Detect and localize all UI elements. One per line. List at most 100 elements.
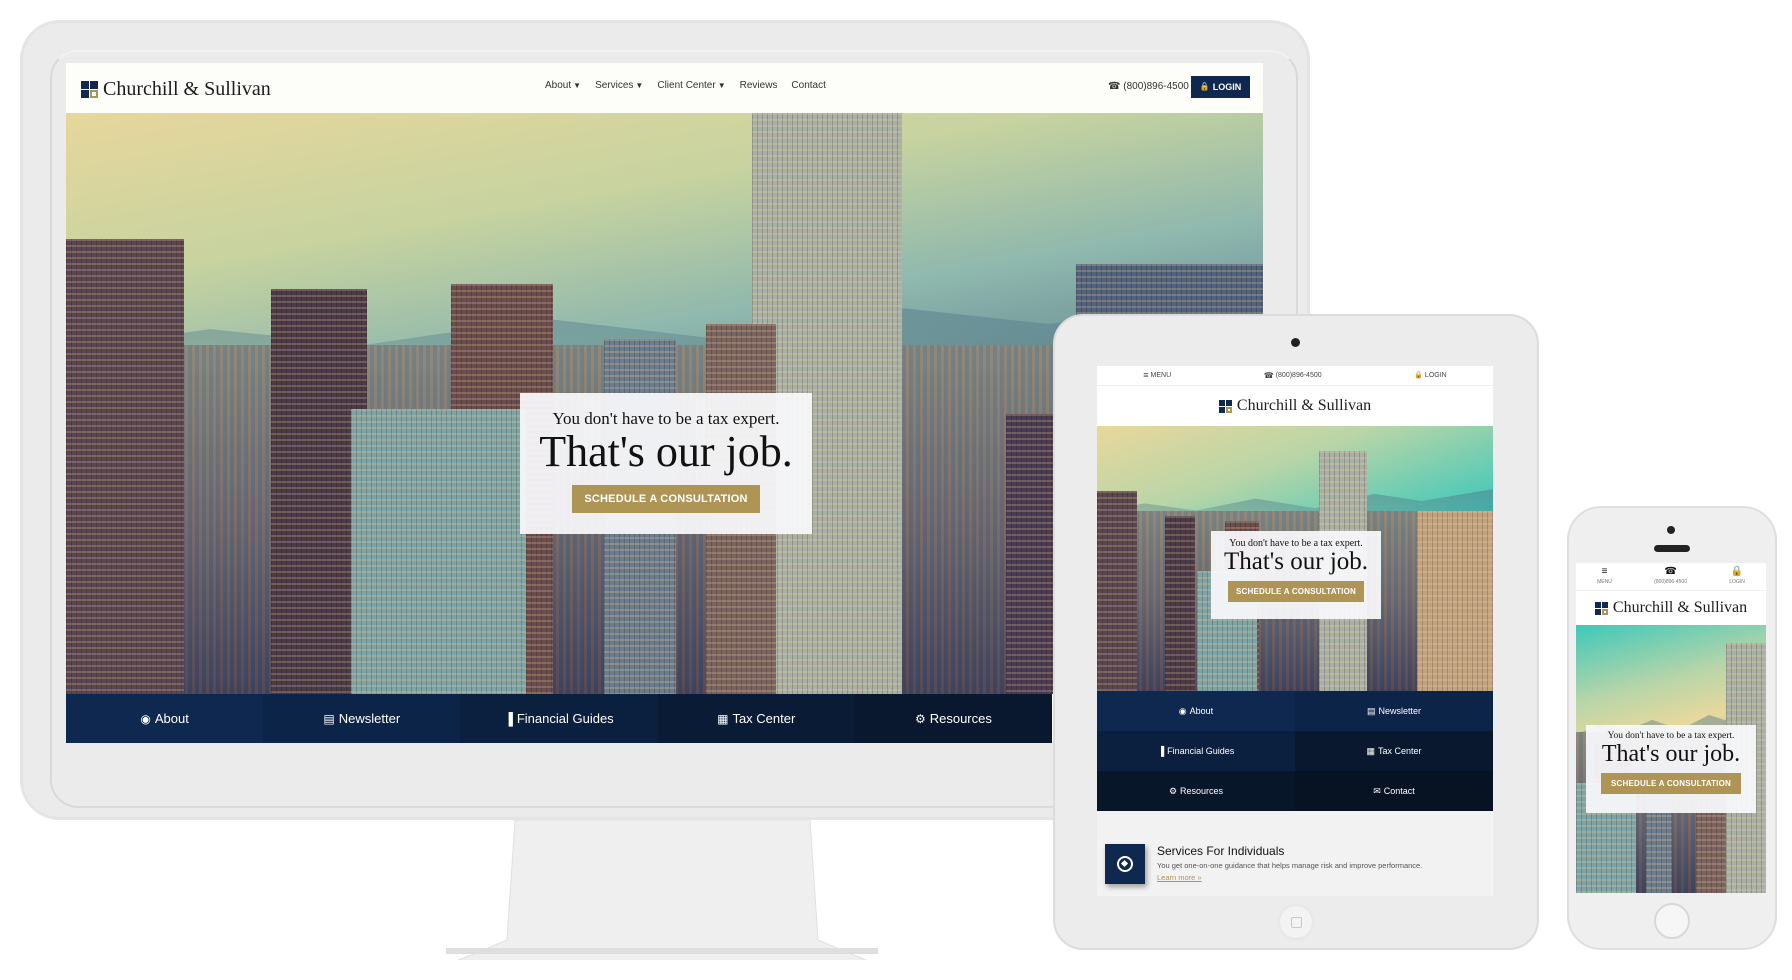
quick-links-bar: ◉ About ▤ Newsletter ▐ Financial Guides …: [66, 694, 1053, 743]
menu-label: MENU: [1150, 372, 1172, 379]
schedule-consultation-button[interactable]: SCHEDULE A CONSULTATION: [572, 485, 760, 513]
monitor-stand: [440, 819, 885, 965]
brand-name: Churchill & Sullivan: [103, 78, 271, 100]
caret-down-icon: ▼: [717, 81, 726, 90]
tablet-camera: [1291, 338, 1300, 347]
main-nav: About ▼ Services ▼ Client Center ▼ Revie…: [545, 80, 826, 91]
header-phone-link[interactable]: ☎ (800)896-4500: [1108, 81, 1189, 92]
hero-headline: That's our job.: [1601, 741, 1741, 767]
chat-icon: ✉: [1373, 785, 1381, 796]
caret-down-icon: ▼: [573, 81, 582, 90]
hero-subtitle: You don't have to be a tax expert.: [552, 409, 780, 428]
quick-links-grid: ◉ About ▤ Newsletter ▐ Financial Guides …: [1097, 691, 1493, 811]
brand-name: Churchill & Sullivan: [1612, 599, 1748, 616]
bar-chart-icon: ▐: [504, 711, 513, 726]
lock-icon: 🔒: [1414, 372, 1423, 379]
quick-link-financial-guides[interactable]: ▐ Financial Guides: [460, 694, 658, 743]
quick-link-label: Financial Guides: [516, 711, 614, 726]
hero-cta-card: You don't have to be a tax expert. That'…: [1211, 531, 1381, 619]
quick-link-newsletter[interactable]: ▤ Newsletter: [1295, 691, 1493, 731]
login-label: LOGIN: [1424, 372, 1447, 379]
menu-label: MENU: [1597, 579, 1612, 585]
tablet-login-link[interactable]: 🔒 LOGIN: [1414, 372, 1447, 379]
tablet-website: ≡ MENU ☎ (800)896-4500 🔒 LOGIN Churchill…: [1097, 366, 1493, 896]
quick-link-label: Newsletter: [338, 711, 401, 726]
newspaper-icon: ▤: [1366, 705, 1376, 716]
phone-icon: ☎: [1263, 370, 1274, 380]
phone-number: (800)896-4500: [1654, 579, 1687, 585]
quick-link-resources[interactable]: ⚙ Resources: [1097, 771, 1295, 811]
nav-services[interactable]: Services ▼: [595, 80, 643, 91]
tablet-phone-link[interactable]: ☎ (800)896-4500: [1263, 370, 1322, 380]
calendar-icon: ▦: [717, 711, 729, 726]
quick-link-about[interactable]: ◉ About: [66, 694, 264, 743]
quick-link-label: Newsletter: [1378, 706, 1422, 716]
quick-link-label: Resources: [929, 711, 992, 726]
learn-more-link[interactable]: Learn more »: [1157, 873, 1202, 882]
phone-camera: [1667, 526, 1675, 534]
phone-speaker: [1654, 545, 1690, 552]
tablet-logo-row: Churchill & Sullivan: [1097, 386, 1493, 426]
nav-contact[interactable]: Contact: [791, 80, 825, 91]
schedule-consultation-button[interactable]: SCHEDULE A CONSULTATION: [1600, 773, 1741, 794]
phone-call-link[interactable]: ☎ (800)896-4500: [1654, 566, 1687, 586]
tablet-top-bar: ≡ MENU ☎ (800)896-4500 🔒 LOGIN: [1097, 366, 1493, 386]
quick-link-about[interactable]: ◉ About: [1097, 691, 1295, 731]
schedule-consultation-button[interactable]: SCHEDULE A CONSULTATION: [1227, 581, 1364, 602]
quick-link-label: About: [1189, 706, 1214, 716]
phone-icon: ☎: [1108, 81, 1121, 92]
hero-cta-card: You don't have to be a tax expert. That'…: [520, 393, 812, 534]
quick-link-label: Tax Center: [1377, 746, 1422, 756]
quick-link-newsletter[interactable]: ▤ Newsletter: [263, 694, 461, 743]
phone-icon: ☎: [1664, 566, 1677, 577]
hero-subtitle: You don't have to be a tax expert.: [1607, 731, 1735, 741]
nav-about-label: About: [545, 80, 572, 91]
nav-about[interactable]: About ▼: [545, 80, 581, 91]
phone-website: ≡ MENU ☎ (800)896-4500 🔒 LOGIN Churchill…: [1576, 563, 1766, 893]
hero-cta-card: You don't have to be a tax expert. That'…: [1586, 725, 1756, 813]
quick-link-tax-center[interactable]: ▦ Tax Center: [657, 694, 855, 743]
service-description: You get one-on-one guidance that helps m…: [1157, 861, 1423, 870]
login-button[interactable]: 🔒 LOGIN: [1191, 76, 1250, 98]
phone-menu-button[interactable]: ≡ MENU: [1597, 566, 1612, 586]
quick-link-financial-guides[interactable]: ▐ Financial Guides: [1097, 731, 1295, 771]
user-circle-icon: ◉: [1178, 705, 1187, 716]
logo-mark-icon: [81, 81, 98, 98]
login-label: LOGIN: [1212, 82, 1242, 92]
logo-mark-icon: [1218, 399, 1232, 413]
bar-chart-icon: ▐: [1157, 745, 1165, 756]
site-logo[interactable]: Churchill & Sullivan: [1218, 397, 1372, 415]
phone-top-bar: ≡ MENU ☎ (800)896-4500 🔒 LOGIN: [1576, 563, 1766, 591]
quick-link-resources[interactable]: ⚙ Resources: [854, 694, 1053, 743]
site-logo[interactable]: Churchill & Sullivan: [81, 78, 271, 101]
tablet-home-button: [1280, 906, 1312, 938]
phone-login-link[interactable]: 🔒 LOGIN: [1729, 566, 1745, 586]
brand-name: Churchill & Sullivan: [1236, 397, 1372, 414]
site-logo[interactable]: Churchill & Sullivan: [1594, 599, 1748, 617]
phone-number: (800)896-4500: [1123, 81, 1189, 92]
quick-link-label: About: [154, 711, 189, 726]
hero-headline: That's our job.: [539, 427, 793, 476]
nav-client-center[interactable]: Client Center ▼: [657, 80, 725, 91]
nav-services-label: Services: [595, 80, 634, 91]
nav-reviews[interactable]: Reviews: [740, 80, 778, 91]
quick-link-tax-center[interactable]: ▦ Tax Center: [1295, 731, 1493, 771]
quick-link-contact[interactable]: ✉ Contact: [1295, 771, 1493, 811]
compass-icon: [1105, 844, 1145, 884]
nav-contact-label: Contact: [791, 80, 826, 91]
lock-icon: 🔒: [1199, 82, 1210, 91]
nav-reviews-label: Reviews: [739, 80, 778, 91]
menu-icon: ≡: [1601, 566, 1608, 577]
lock-icon: 🔒: [1730, 566, 1744, 577]
calendar-icon: ▦: [1366, 745, 1375, 756]
quick-link-label: Tax Center: [732, 711, 796, 726]
login-label: LOGIN: [1729, 579, 1745, 585]
phone-home-button: [1654, 903, 1690, 939]
gear-icon: ⚙: [1168, 785, 1178, 796]
menu-icon: ≡: [1143, 370, 1149, 380]
tablet-menu-button[interactable]: ≡ MENU: [1143, 371, 1171, 380]
hero-headline: That's our job.: [1223, 548, 1369, 575]
quick-link-label: Resources: [1180, 786, 1224, 796]
phone-logo-row: Churchill & Sullivan: [1576, 591, 1766, 625]
logo-mark-icon: [1594, 601, 1608, 615]
